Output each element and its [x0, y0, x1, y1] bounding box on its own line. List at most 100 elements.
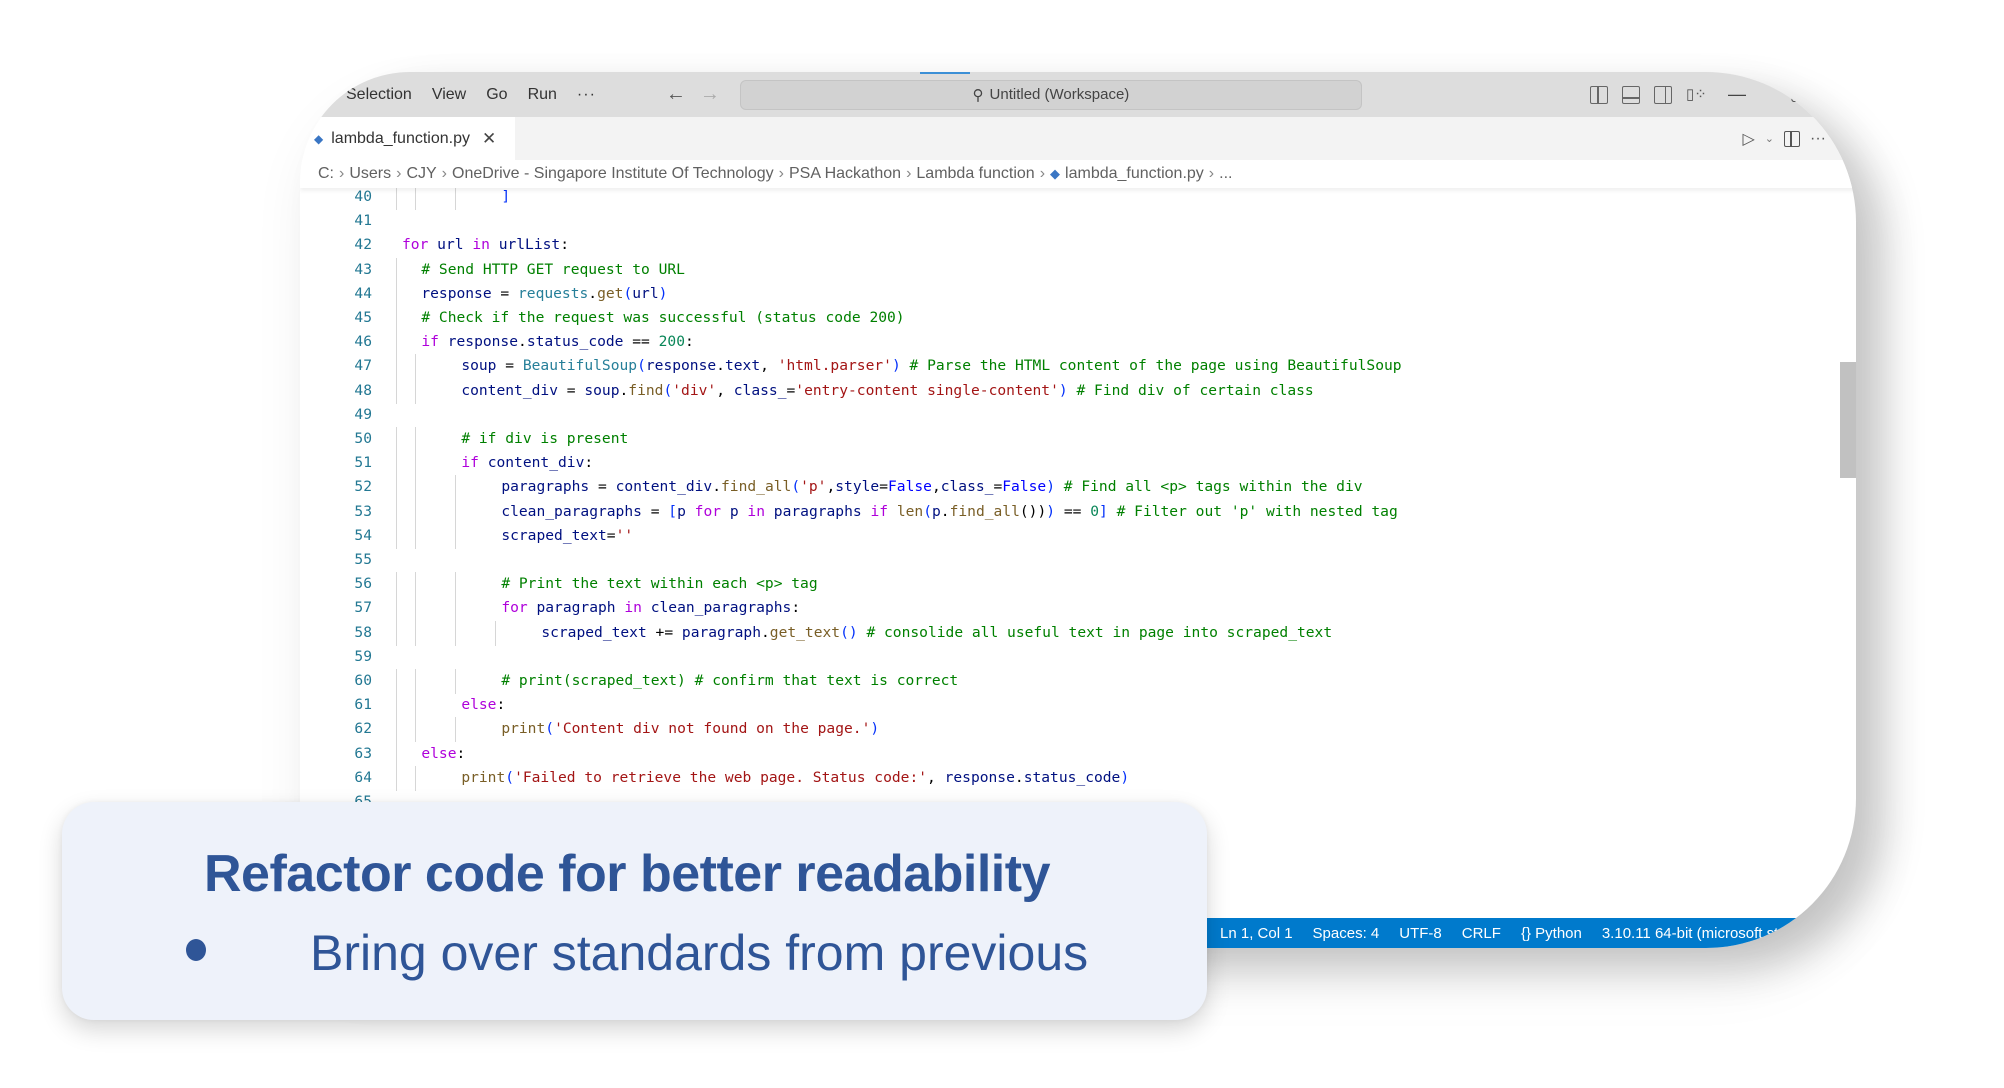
python-interpreter[interactable]: 3.10.11 64-bit (microsoft.st: [1602, 925, 1778, 942]
line-number: 51: [354, 454, 372, 472]
code-line[interactable]: 55: [300, 548, 1856, 572]
code-line[interactable]: 40]: [300, 185, 1856, 210]
line-number: 40: [354, 188, 372, 205]
indent-guide: [396, 596, 397, 622]
chevron-right-icon: ›: [1039, 165, 1046, 182]
close-icon[interactable]: ✕: [482, 129, 496, 149]
toggle-panel-icon[interactable]: [1622, 85, 1640, 104]
end-of-line[interactable]: CRLF: [1462, 925, 1501, 942]
code-line[interactable]: 45 # Check if the request was successful …: [300, 306, 1856, 331]
indent-guide: [415, 427, 417, 452]
line-number: 52: [354, 478, 372, 496]
breadcrumb-item[interactable]: Users: [349, 165, 391, 183]
code-line[interactable]: 54 scraped_text='': [300, 523, 1856, 549]
line-number: 56: [354, 575, 372, 593]
code-line[interactable]: 51 if content_div:: [300, 451, 1856, 477]
run-icon[interactable]: ▷: [1742, 129, 1754, 149]
arrow-left-icon[interactable]: ←: [666, 83, 686, 106]
indent-guide: [415, 620, 417, 646]
code-line[interactable]: 63 else:: [300, 741, 1856, 767]
code-line[interactable]: 44 response = requests.get(url): [300, 281, 1856, 307]
indent-guide: [396, 475, 397, 501]
menu-bar: Selection View Go Run ···: [336, 86, 606, 104]
code-line[interactable]: 64 print('Failed to retrieve the web page…: [300, 765, 1856, 791]
breadcrumb-item[interactable]: lambda_function.py: [1065, 165, 1204, 183]
indentation[interactable]: Spaces: 4: [1313, 925, 1380, 942]
menu-run[interactable]: Run: [518, 86, 567, 104]
code-line[interactable]: 42 for url in urlList:: [300, 233, 1856, 257]
chevron-right-icon: ›: [1208, 165, 1215, 182]
code-line[interactable]: 62 print('Content div not found on the pa…: [300, 717, 1856, 743]
code-line[interactable]: 49: [300, 403, 1856, 427]
indent-guide: [455, 717, 457, 743]
breadcrumb-item[interactable]: ...: [1219, 165, 1232, 183]
code-text: # if div is present: [461, 430, 629, 447]
line-number: 45: [354, 309, 372, 326]
menu-more-button[interactable]: ···: [567, 86, 606, 104]
split-editor-icon[interactable]: [1784, 130, 1801, 147]
arrow-right-icon[interactable]: →: [700, 83, 720, 106]
menu-view[interactable]: View: [422, 86, 476, 104]
indent-guide: [455, 620, 457, 646]
code-line[interactable]: 58 scraped_text += paragraph.get_text() #…: [300, 620, 1856, 646]
code-text: else:: [461, 696, 506, 714]
layout-controls: ▯⁘ — ▢: [1590, 72, 1805, 117]
indent-guide: [396, 306, 397, 331]
chevron-down-icon[interactable]: ⌄: [1765, 132, 1774, 145]
indent-guide: [396, 765, 397, 791]
toggle-primary-sidebar-icon[interactable]: [1590, 85, 1608, 104]
tab-lambda-function[interactable]: ◆ lambda_function.py ✕: [300, 117, 515, 160]
breadcrumb-item[interactable]: OneDrive - Singapore Institute Of Techno…: [452, 165, 774, 183]
menu-selection[interactable]: Selection: [336, 86, 422, 104]
code-line[interactable]: 59: [300, 645, 1856, 669]
code-line[interactable]: 41: [300, 209, 1856, 233]
menu-go[interactable]: Go: [476, 86, 517, 104]
code-line[interactable]: 50 # if div is present: [300, 427, 1856, 452]
language-mode[interactable]: {} Python: [1521, 925, 1582, 942]
code-text: if content_div:: [461, 454, 594, 472]
encoding[interactable]: UTF-8: [1399, 925, 1442, 942]
breadcrumb-item[interactable]: PSA Hackathon: [789, 165, 901, 183]
code-line[interactable]: 47 soup = BeautifulSoup(response.text, 'h…: [300, 354, 1856, 380]
line-number: 64: [354, 768, 372, 786]
code-line[interactable]: 48 content_div = soup.find('div', class_=…: [300, 378, 1856, 404]
indent-guide: [396, 257, 397, 283]
minimize-button[interactable]: —: [1728, 84, 1746, 105]
code-text: scraped_text += paragraph.get_text() # c…: [541, 623, 1333, 641]
breadcrumb-item[interactable]: CJY: [406, 165, 436, 183]
code-text: ]: [501, 188, 511, 205]
indent-guide: [396, 281, 397, 307]
command-center[interactable]: ⚲ Untitled (Workspace): [739, 79, 1362, 110]
breadcrumb-item[interactable]: Lambda function: [916, 165, 1034, 183]
indent-guide: [415, 499, 417, 525]
breadcrumb-item[interactable]: C:: [318, 165, 334, 183]
code-line[interactable]: 61 else:: [300, 693, 1856, 719]
line-number: 59: [354, 647, 372, 665]
code-line[interactable]: 56 # Print the text within each <p> tag: [300, 572, 1856, 598]
code-line[interactable]: 57 for paragraph in clean_paragraphs:: [300, 596, 1856, 622]
code-line[interactable]: 52 paragraphs = content_div.find_all('p',…: [300, 475, 1856, 501]
toggle-secondary-sidebar-icon[interactable]: [1654, 85, 1672, 104]
line-number: 57: [354, 599, 372, 617]
line-number: 55: [354, 551, 372, 568]
indent-guide: [415, 669, 417, 694]
vertical-scrollbar[interactable]: [1840, 362, 1856, 478]
customize-layout-icon[interactable]: ▯⁘: [1686, 86, 1707, 104]
code-line[interactable]: 60 # print(scraped_text) # confirm that t…: [300, 669, 1856, 694]
code-text: clean_paragraphs = [p for p in paragraph…: [501, 502, 1398, 520]
code-text: # Send HTTP GET request to URL: [421, 260, 685, 278]
card-title: Refactor code for better readability: [204, 845, 1051, 903]
code-line[interactable]: 43 # Send HTTP GET request to URL: [300, 257, 1856, 283]
indent-guide: [396, 523, 397, 549]
line-number: 50: [354, 430, 372, 447]
card-bullet-text: Bring over standards from previous: [310, 925, 1089, 981]
navigation-arrows: ← →: [666, 83, 720, 106]
code-line[interactable]: 46 if response.status_code == 200:: [300, 330, 1856, 356]
cursor-position[interactable]: Ln 1, Col 1: [1220, 925, 1293, 942]
maximize-button[interactable]: ▢: [1790, 85, 1805, 105]
python-file-icon: ◆: [314, 131, 324, 146]
line-number: 62: [354, 720, 372, 738]
code-line[interactable]: 53 clean_paragraphs = [p for p in paragra…: [300, 499, 1856, 525]
more-actions-icon[interactable]: ···: [1810, 130, 1826, 148]
indent-guide: [455, 572, 457, 598]
